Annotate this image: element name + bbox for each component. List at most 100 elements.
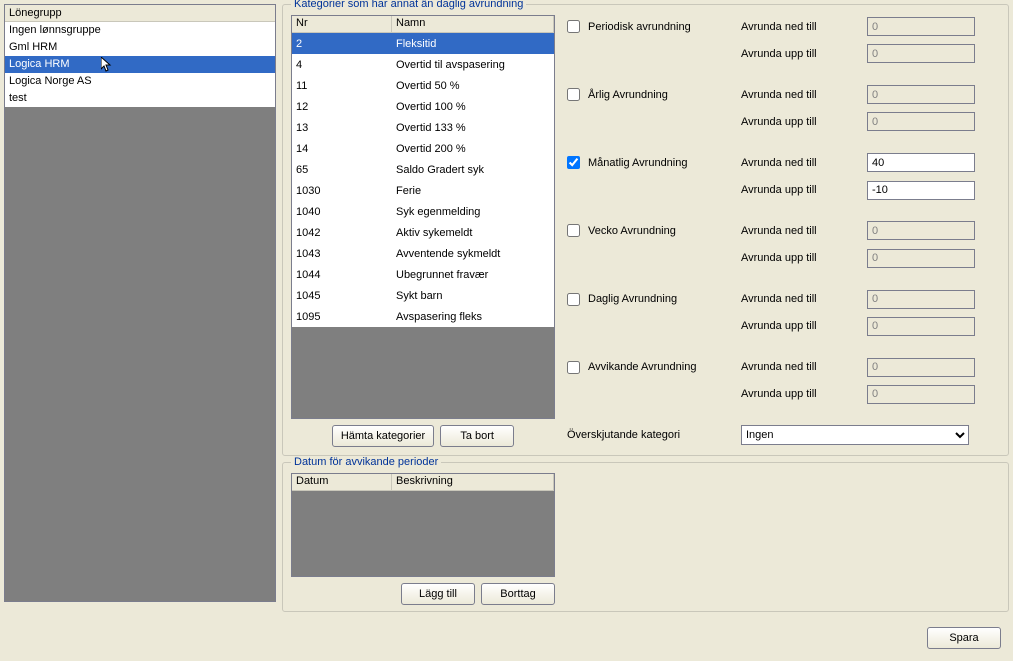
kategori-group-title: Kategorier som har annat än daglig avrun… [291,0,526,10]
round-down-input[interactable] [867,221,975,240]
cell-nr: 14 [292,141,392,157]
round-up-input[interactable] [867,44,975,63]
kategori-row[interactable]: 2Fleksitid [292,33,554,54]
round-down-input[interactable] [867,358,975,377]
rounding-label: Daglig Avrundning [588,293,677,305]
rounding-label: Månatlig Avrundning [588,157,687,169]
round-up-input[interactable] [867,317,975,336]
round-up-label: Avrunda upp till [741,388,867,400]
cell-nr: 1095 [292,309,392,325]
round-up-input[interactable] [867,385,975,404]
delete-date-button[interactable]: Borttag [481,583,555,605]
datum-groupbox: Datum för avvikande perioder Datum Beskr… [282,462,1009,612]
add-date-button[interactable]: Lägg till [401,583,475,605]
cell-nr: 1042 [292,225,392,241]
kategori-row[interactable]: 4Overtid til avspasering [292,54,554,75]
rounding-checkbox[interactable] [567,20,580,33]
save-button[interactable]: Spara [927,627,1001,649]
round-up-label: Avrunda upp till [741,252,867,264]
kategori-row[interactable]: 1044Ubegrunnet fravær [292,264,554,285]
cell-namn: Overtid 50 % [392,78,554,94]
datum-table[interactable]: Datum Beskrivning [291,473,555,577]
round-down-input[interactable] [867,290,975,309]
cell-nr: 65 [292,162,392,178]
lonegrupp-listbox[interactable]: Lönegrupp Ingen lønnsgruppeGml HRMLogica… [4,4,276,602]
cell-nr: 11 [292,78,392,94]
cell-namn: Avspasering fleks [392,309,554,325]
overflow-category-label: Överskjutande kategori [567,429,680,441]
lonegrupp-item[interactable]: Logica Norge AS [5,73,275,90]
rounding-checkbox[interactable] [567,156,580,169]
round-up-label: Avrunda upp till [741,116,867,128]
lonegrupp-item[interactable]: Gml HRM [5,39,275,56]
cell-nr: 4 [292,57,392,73]
col-nr[interactable]: Nr [292,16,392,33]
round-down-label: Avrunda ned till [741,21,867,33]
round-down-input[interactable] [867,17,975,36]
cell-namn: Fleksitid [392,36,554,52]
rounding-checkbox[interactable] [567,224,580,237]
kategori-row[interactable]: 14Overtid 200 % [292,138,554,159]
cell-namn: Ferie [392,183,554,199]
cell-namn: Avventende sykmeldt [392,246,554,262]
rounding-label: Vecko Avrundning [588,225,676,237]
round-up-label: Avrunda upp till [741,184,867,196]
rounding-checkbox[interactable] [567,361,580,374]
rounding-label: Periodisk avrundning [588,21,691,33]
col-datum[interactable]: Datum [292,474,392,491]
round-down-input[interactable] [867,85,975,104]
cell-nr: 12 [292,99,392,115]
rounding-label: Avvikande Avrundning [588,361,696,373]
kategori-row[interactable]: 1042Aktiv sykemeldt [292,222,554,243]
round-down-label: Avrunda ned till [741,225,867,237]
cell-namn: Overtid 133 % [392,120,554,136]
cell-namn: Ubegrunnet fravær [392,267,554,283]
kategori-row[interactable]: 65Saldo Gradert syk [292,159,554,180]
cell-nr: 1030 [292,183,392,199]
lonegrupp-item[interactable]: Ingen lønnsgruppe [5,22,275,39]
round-down-label: Avrunda ned till [741,157,867,169]
cell-namn: Sykt barn [392,288,554,304]
cell-nr: 1045 [292,288,392,304]
col-beskrivning[interactable]: Beskrivning [392,474,554,491]
cell-namn: Saldo Gradert syk [392,162,554,178]
kategori-row[interactable]: 1045Sykt barn [292,285,554,306]
round-up-label: Avrunda upp till [741,320,867,332]
overflow-category-select[interactable]: Ingen [741,425,969,445]
cell-nr: 1040 [292,204,392,220]
cell-namn: Aktiv sykemeldt [392,225,554,241]
round-up-input[interactable] [867,112,975,131]
lonegrupp-header: Lönegrupp [5,5,275,22]
cell-namn: Overtid til avspasering [392,57,554,73]
kategori-groupbox: Kategorier som har annat än daglig avrun… [282,4,1009,456]
kategori-row[interactable]: 12Overtid 100 % [292,96,554,117]
round-up-label: Avrunda upp till [741,48,867,60]
kategori-row[interactable]: 11Overtid 50 % [292,75,554,96]
cell-nr: 2 [292,36,392,52]
rounding-checkbox[interactable] [567,293,580,306]
lonegrupp-item[interactable]: Logica HRM [5,56,275,73]
cell-nr: 1043 [292,246,392,262]
round-down-label: Avrunda ned till [741,361,867,373]
kategori-row[interactable]: 1030Ferie [292,180,554,201]
round-down-input[interactable] [867,153,975,172]
cell-namn: Overtid 200 % [392,141,554,157]
cell-namn: Overtid 100 % [392,99,554,115]
round-down-label: Avrunda ned till [741,293,867,305]
kategori-row[interactable]: 1095Avspasering fleks [292,306,554,327]
datum-group-title: Datum för avvikande perioder [291,456,441,468]
kategori-row[interactable]: 1043Avventende sykmeldt [292,243,554,264]
kategori-row[interactable]: 1040Syk egenmelding [292,201,554,222]
cell-namn: Syk egenmelding [392,204,554,220]
rounding-checkbox[interactable] [567,88,580,101]
remove-category-button[interactable]: Ta bort [440,425,514,447]
kategori-row[interactable]: 13Overtid 133 % [292,117,554,138]
kategori-table[interactable]: Nr Namn 2Fleksitid4Overtid til avspaseri… [291,15,555,419]
round-up-input[interactable] [867,249,975,268]
cell-nr: 1044 [292,267,392,283]
round-up-input[interactable] [867,181,975,200]
col-namn[interactable]: Namn [392,16,554,33]
round-down-label: Avrunda ned till [741,89,867,101]
lonegrupp-item[interactable]: test [5,90,275,107]
fetch-categories-button[interactable]: Hämta kategorier [332,425,434,447]
